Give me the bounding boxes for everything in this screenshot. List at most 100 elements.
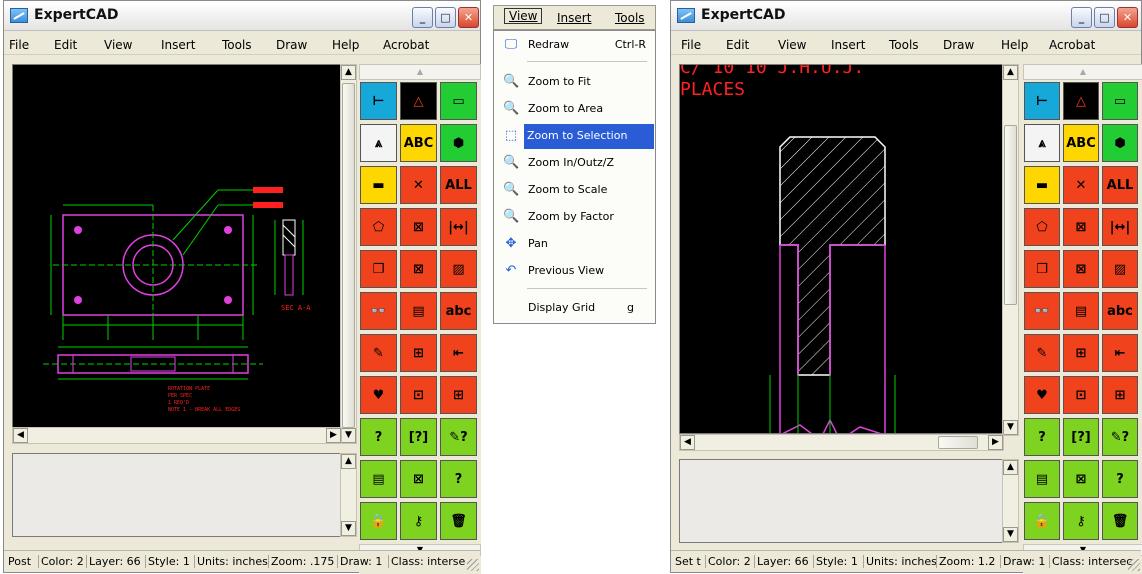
trash-tool-icon[interactable]: 🗑 [440, 502, 477, 540]
menu-item-zoom-scale[interactable]: 🔍 Zoom to Scale [497, 178, 654, 203]
menu-item-zoom-inout[interactable]: 🔍 Zoom In/Out z/Z [497, 151, 654, 176]
select-box-tool-icon[interactable]: ⊠ [400, 250, 437, 288]
compass-tool-icon[interactable]: ⩓ [360, 124, 397, 162]
palette-scroll-up[interactable]: ▲ [359, 64, 481, 80]
close-button[interactable]: ✕ [458, 7, 479, 28]
menu-file[interactable]: File [9, 38, 29, 52]
page-tool-icon[interactable]: ▤ [1024, 460, 1060, 498]
command-area[interactable] [679, 459, 1004, 543]
menu-insert-2[interactable]: Insert [557, 11, 591, 25]
binoculars-tool-icon[interactable]: 👓 [360, 292, 397, 330]
title-bar[interactable]: ExpertCAD _ □ ✕ [671, 1, 1141, 31]
resize-grip[interactable] [467, 559, 479, 571]
grid-select-tool-icon[interactable]: ⊞ [1063, 334, 1099, 372]
help-box-tool-icon[interactable]: [?] [1063, 418, 1099, 456]
shape-tool-icon[interactable]: ⬠ [1024, 208, 1060, 246]
trash-tool-icon[interactable]: 🗑 [1102, 502, 1138, 540]
text-tool-icon[interactable]: ABC [400, 124, 437, 162]
abc-text-tool-icon[interactable]: abc [1102, 292, 1138, 330]
maximize-button[interactable]: □ [1094, 7, 1115, 28]
lock-tool-icon[interactable]: 🔒 [360, 502, 397, 540]
compass-tool-icon[interactable]: ⩓ [1024, 124, 1060, 162]
shape-tool-icon[interactable]: ⬠ [360, 208, 397, 246]
menu-view[interactable]: View [104, 38, 132, 52]
copy-tool-icon[interactable]: ❐ [1024, 250, 1060, 288]
menu-tools[interactable]: Tools [222, 38, 252, 52]
scroll-up-button[interactable]: ▲ [1003, 65, 1018, 80]
table-tool-icon[interactable]: ⊞ [1102, 376, 1138, 414]
minimize-button[interactable]: _ [412, 7, 433, 28]
canvas-hscroll[interactable]: ◀ ▶ [12, 427, 342, 444]
width-tool-icon[interactable]: |↔| [1102, 208, 1138, 246]
eraser-tool-icon[interactable]: ▬ [1024, 166, 1060, 204]
scroll-down-button[interactable]: ▼ [341, 428, 356, 443]
document-tool-icon[interactable]: ▤ [400, 292, 437, 330]
help-doc-tool-icon[interactable]: ? [1024, 418, 1060, 456]
all-tool-icon[interactable]: ALL [1102, 166, 1138, 204]
dimension-tool-icon[interactable]: ⊢ [360, 82, 397, 120]
triangle-tool-icon[interactable]: △ [400, 82, 437, 120]
help-pencil-tool-icon[interactable]: ✎? [440, 418, 477, 456]
hatch-tool-icon[interactable]: ▨ [440, 250, 477, 288]
select-box-tool-icon[interactable]: ⊠ [1063, 250, 1099, 288]
all-tool-icon[interactable]: ALL [440, 166, 477, 204]
cross-box-tool-icon[interactable]: ⊠ [1063, 208, 1099, 246]
menu-item-zoom-selection[interactable]: Zoom to Selection [524, 124, 654, 149]
cancel-page-tool-icon[interactable]: ⊠ [1063, 460, 1099, 498]
table-tool-icon[interactable]: ⊞ [440, 376, 477, 414]
scroll-down-button[interactable]: ▼ [1003, 420, 1018, 435]
ruler-tool-icon[interactable]: ▭ [1102, 82, 1138, 120]
key-tool-icon[interactable]: ⚷ [1063, 502, 1099, 540]
menu-item-previous-view[interactable]: ↶ Previous View [497, 259, 654, 284]
binoculars-tool-icon[interactable]: 👓 [1024, 292, 1060, 330]
help-doc-tool-icon[interactable]: ? [360, 418, 397, 456]
delete-tool-icon[interactable]: ✕ [1063, 166, 1099, 204]
close-button[interactable]: ✕ [1117, 7, 1138, 28]
pencil-tool-icon[interactable]: ✎ [1024, 334, 1060, 372]
menu-edit[interactable]: Edit [54, 38, 77, 52]
cmd-scroll-down[interactable]: ▼ [1003, 527, 1018, 542]
command-scroll[interactable]: ▲ ▼ [340, 453, 357, 537]
menu-item-zoom-area[interactable]: 🔍 Zoom to Area [497, 97, 654, 122]
hscroll-thumb[interactable] [938, 436, 978, 449]
scroll-right-button[interactable]: ▶ [326, 428, 341, 443]
maximize-button[interactable]: □ [435, 7, 456, 28]
menu-insert[interactable]: Insert [831, 38, 865, 52]
menu-help[interactable]: Help [1001, 38, 1028, 52]
title-bar[interactable]: ExpertCAD _ □ ✕ [4, 1, 480, 31]
drawing-canvas[interactable]: C/ 10 10 J.H.U.J. PLACES [679, 57, 1004, 442]
menu-item-zoom-factor[interactable]: 🔍 Zoom by Factor [497, 205, 654, 230]
insert-tool-icon[interactable]: ⇤ [1102, 334, 1138, 372]
ruler-tool-icon[interactable]: ▭ [440, 82, 477, 120]
cmd-scroll-up[interactable]: ▲ [1003, 460, 1018, 475]
menu-view[interactable]: View [778, 38, 806, 52]
menu-item-zoom-fit[interactable]: 🔍 Zoom to Fit [497, 70, 654, 95]
palette-scroll-up[interactable]: ▲ [1023, 64, 1142, 80]
menu-insert[interactable]: Insert [161, 38, 195, 52]
scroll-thumb[interactable] [1004, 125, 1017, 305]
menu-acrobat[interactable]: Acrobat [1049, 38, 1095, 52]
menu-draw[interactable]: Draw [943, 38, 974, 52]
text-tool-icon[interactable]: ABC [1063, 124, 1099, 162]
lock-tool-icon[interactable]: 🔒 [1024, 502, 1060, 540]
block-tool-icon[interactable]: ⊡ [400, 376, 437, 414]
scroll-left-button[interactable]: ◀ [13, 428, 28, 443]
canvas-vscroll[interactable]: ▲ ▼ [1002, 64, 1019, 436]
cross-box-tool-icon[interactable]: ⊠ [400, 208, 437, 246]
scroll-left-button[interactable]: ◀ [680, 435, 695, 450]
page-tool-icon[interactable]: ▤ [360, 460, 397, 498]
menu-draw[interactable]: Draw [276, 38, 307, 52]
key-tool-icon[interactable]: ⚷ [400, 502, 437, 540]
pencil-tool-icon[interactable]: ✎ [360, 334, 397, 372]
scroll-up-button[interactable]: ▲ [341, 65, 356, 80]
menu-help[interactable]: Help [332, 38, 359, 52]
canvas-hscroll[interactable]: ◀ ▶ [679, 434, 1004, 451]
solid-tool-icon[interactable]: ⬢ [1102, 124, 1138, 162]
width-tool-icon[interactable]: |↔| [440, 208, 477, 246]
resize-grip[interactable] [1128, 559, 1140, 571]
menu-item-pan[interactable]: ✥ Pan [497, 232, 654, 257]
menu-view-open[interactable]: View [504, 8, 543, 24]
menu-acrobat[interactable]: Acrobat [383, 38, 429, 52]
scroll-right-button[interactable]: ▶ [988, 435, 1003, 450]
help-page-tool-icon[interactable]: ? [440, 460, 477, 498]
